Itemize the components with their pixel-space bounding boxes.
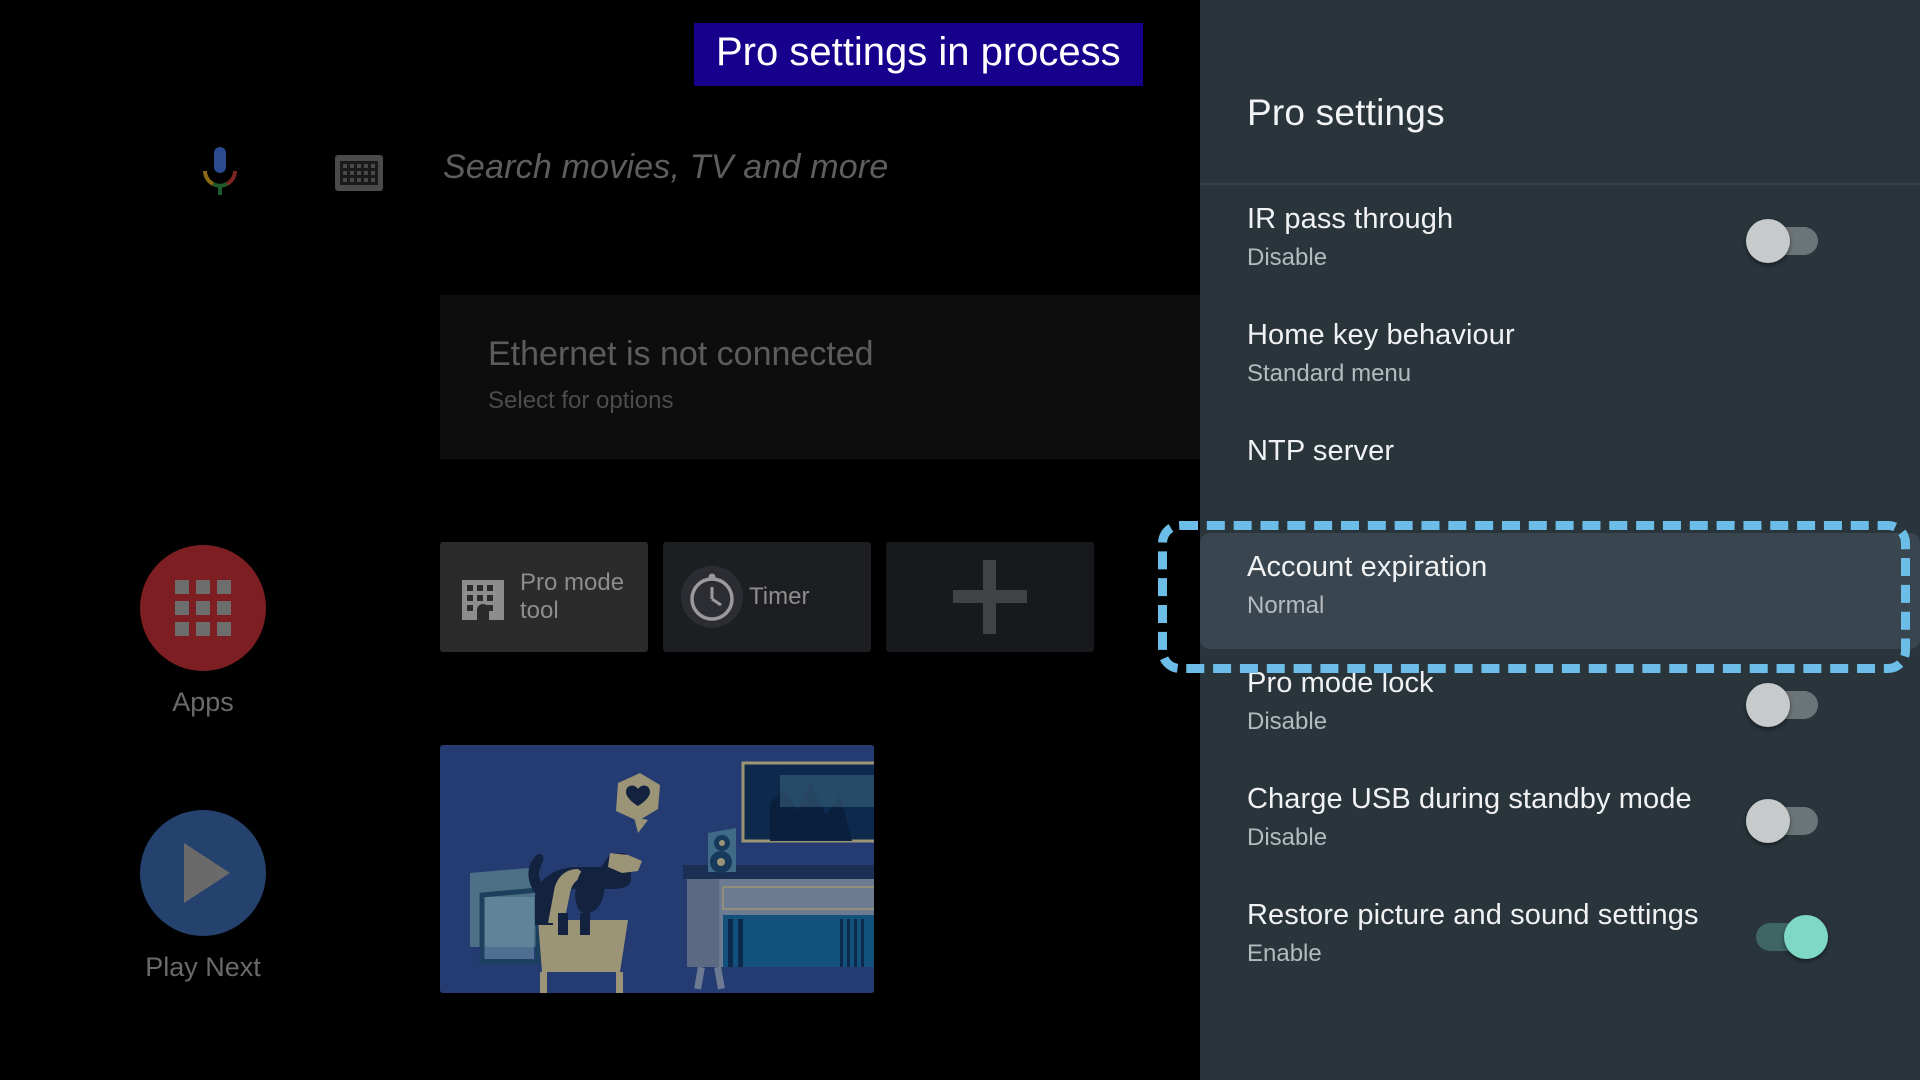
focused-row-wrapper: Account expiration Normal bbox=[1158, 521, 1920, 673]
dog-watching-tv-illustration[interactable] bbox=[440, 745, 874, 993]
app-tile-timer[interactable]: Timer bbox=[663, 542, 871, 652]
settings-row-account-expiration[interactable]: Account expiration Normal bbox=[1200, 533, 1920, 649]
play-next-circle[interactable] bbox=[140, 810, 266, 936]
panel-title: Pro settings bbox=[1247, 92, 1445, 133]
toggle-ir-pass-through[interactable] bbox=[1746, 219, 1818, 263]
app-tile-add[interactable] bbox=[886, 542, 1094, 652]
shortcut-play-next-label: Play Next bbox=[145, 952, 261, 982]
pro-settings-panel: Pro settings IR pass through Disable Hom… bbox=[1158, 0, 1920, 1080]
settings-row-ir-pass-through[interactable]: IR pass through Disable bbox=[1200, 185, 1920, 301]
apps-circle[interactable] bbox=[140, 545, 266, 671]
settings-row-charge-usb-standby[interactable]: Charge USB during standby mode Disable bbox=[1200, 765, 1920, 881]
toggle-charge-usb-standby[interactable] bbox=[1746, 799, 1818, 843]
ethernet-subtitle: Select for options bbox=[488, 387, 674, 414]
row-title: Charge USB during standby mode bbox=[1247, 783, 1692, 815]
clock-icon bbox=[681, 566, 743, 628]
shortcut-apps[interactable]: Apps bbox=[140, 545, 266, 718]
building-icon bbox=[462, 580, 504, 620]
toast-banner: Pro settings in process bbox=[694, 23, 1143, 86]
row-subtitle: Disable bbox=[1247, 824, 1328, 851]
app-tile-label: Timer bbox=[749, 583, 810, 610]
app-tile-pro-mode-tool[interactable]: Pro mode tool bbox=[440, 542, 648, 652]
android-tv-home: Search movies, TV and more Ethernet is n… bbox=[0, 0, 1200, 1080]
row-title: Account expiration bbox=[1247, 551, 1488, 583]
search-input[interactable]: Search movies, TV and more bbox=[443, 148, 889, 187]
keyboard-icon[interactable] bbox=[335, 155, 383, 191]
toggle-restore-picture-sound[interactable] bbox=[1756, 915, 1828, 959]
row-subtitle: Disable bbox=[1247, 708, 1328, 735]
settings-row-restore-picture-sound[interactable]: Restore picture and sound settings Enabl… bbox=[1200, 881, 1920, 997]
settings-row-home-key-behaviour[interactable]: Home key behaviour Standard menu bbox=[1200, 301, 1920, 417]
settings-row-pro-mode-lock[interactable]: Pro mode lock Disable bbox=[1200, 649, 1920, 765]
toggle-pro-mode-lock[interactable] bbox=[1746, 683, 1818, 727]
ethernet-title: Ethernet is not connected bbox=[488, 335, 874, 373]
shortcut-apps-label: Apps bbox=[172, 687, 234, 717]
settings-list: IR pass through Disable Home key behavio… bbox=[1158, 185, 1920, 997]
play-icon bbox=[184, 843, 230, 903]
app-tile-label: Pro mode tool bbox=[520, 569, 625, 624]
row-subtitle: Normal bbox=[1247, 592, 1325, 619]
row-title: Home key behaviour bbox=[1247, 319, 1515, 351]
row-subtitle: Standard menu bbox=[1247, 360, 1412, 387]
apps-grid-icon bbox=[175, 580, 231, 636]
ethernet-status-card[interactable]: Ethernet is not connected Select for opt… bbox=[440, 295, 1200, 459]
screen-root: Search movies, TV and more Ethernet is n… bbox=[0, 0, 1920, 1080]
row-title: IR pass through bbox=[1247, 203, 1454, 235]
row-title: NTP server bbox=[1247, 435, 1395, 467]
google-mic-icon[interactable] bbox=[200, 145, 240, 203]
row-title: Pro mode lock bbox=[1247, 667, 1434, 699]
row-subtitle: Disable bbox=[1247, 244, 1328, 271]
plus-icon bbox=[953, 560, 1027, 634]
settings-row-ntp-server[interactable]: NTP server bbox=[1200, 417, 1920, 533]
shortcut-play-next[interactable]: Play Next bbox=[140, 810, 266, 983]
